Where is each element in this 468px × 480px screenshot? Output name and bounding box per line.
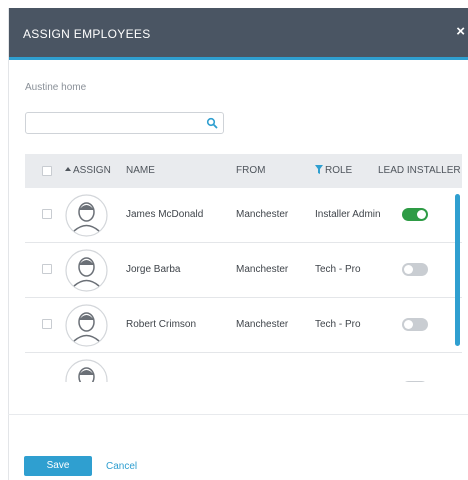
save-button[interactable]: Save — [24, 456, 92, 476]
select-all-checkbox[interactable] — [42, 166, 52, 176]
footer-divider — [8, 414, 468, 415]
search-icon[interactable] — [206, 117, 218, 129]
avatar — [65, 249, 108, 292]
employee-name: James McDonald — [126, 209, 204, 220]
lead-installer-toggle[interactable] — [402, 381, 428, 382]
search-field[interactable] — [25, 112, 224, 134]
close-icon[interactable]: × — [456, 23, 465, 40]
name-column-header[interactable]: NAME — [126, 165, 155, 176]
employees-table: ASSIGN NAME FROM ROLE LEAD INSTALLER Jam… — [25, 154, 462, 382]
table-scrollbar[interactable] — [455, 194, 460, 346]
search-input[interactable] — [32, 114, 202, 133]
toggle-knob — [404, 265, 413, 274]
filter-icon — [315, 165, 323, 174]
assign-column-header[interactable]: ASSIGN — [65, 165, 111, 176]
avatar — [65, 194, 108, 237]
employee-role: Installer Admin — [315, 209, 381, 220]
assign-checkbox[interactable] — [42, 209, 52, 219]
toggle-knob — [417, 210, 426, 219]
avatar — [65, 359, 108, 382]
sort-ascending-icon — [65, 167, 71, 171]
cancel-link[interactable]: Cancel — [106, 461, 137, 472]
employee-role: Tech - Pro — [315, 319, 361, 330]
avatar — [65, 304, 108, 347]
employee-name: Robert Crimson — [126, 319, 197, 330]
modal-title: ASSIGN EMPLOYEES — [23, 27, 151, 41]
table-header: ASSIGN NAME FROM ROLE LEAD INSTALLER — [25, 154, 462, 188]
assign-header-label: ASSIGN — [73, 165, 111, 176]
assign-checkbox[interactable] — [42, 264, 52, 274]
table-row[interactable] — [25, 353, 462, 382]
employee-role: Tech - Pro — [315, 264, 361, 275]
role-column-header[interactable]: ROLE — [315, 165, 352, 176]
location-subtitle: Austine home — [25, 82, 87, 93]
lead-installer-toggle[interactable] — [402, 208, 428, 221]
lead-installer-column-header[interactable]: LEAD INSTALLER — [378, 165, 461, 176]
employee-from: Manchester — [236, 264, 289, 275]
employee-from: Manchester — [236, 209, 289, 220]
assign-checkbox[interactable] — [42, 319, 52, 329]
table-row[interactable]: James McDonald Manchester Installer Admi… — [25, 188, 462, 243]
employee-from: Manchester — [236, 319, 289, 330]
employee-name: Jorge Barba — [126, 264, 181, 275]
table-row[interactable]: Robert Crimson Manchester Tech - Pro — [25, 298, 462, 353]
table-row[interactable]: Jorge Barba Manchester Tech - Pro — [25, 243, 462, 298]
modal-header: ASSIGN EMPLOYEES × — [9, 8, 468, 60]
toggle-knob — [404, 320, 413, 329]
assign-employees-modal: ASSIGN EMPLOYEES × Austine home ASSIGN N… — [8, 8, 468, 480]
role-header-label: ROLE — [325, 165, 353, 176]
from-column-header[interactable]: FROM — [236, 165, 265, 176]
lead-installer-toggle[interactable] — [402, 318, 428, 331]
lead-installer-toggle[interactable] — [402, 263, 428, 276]
